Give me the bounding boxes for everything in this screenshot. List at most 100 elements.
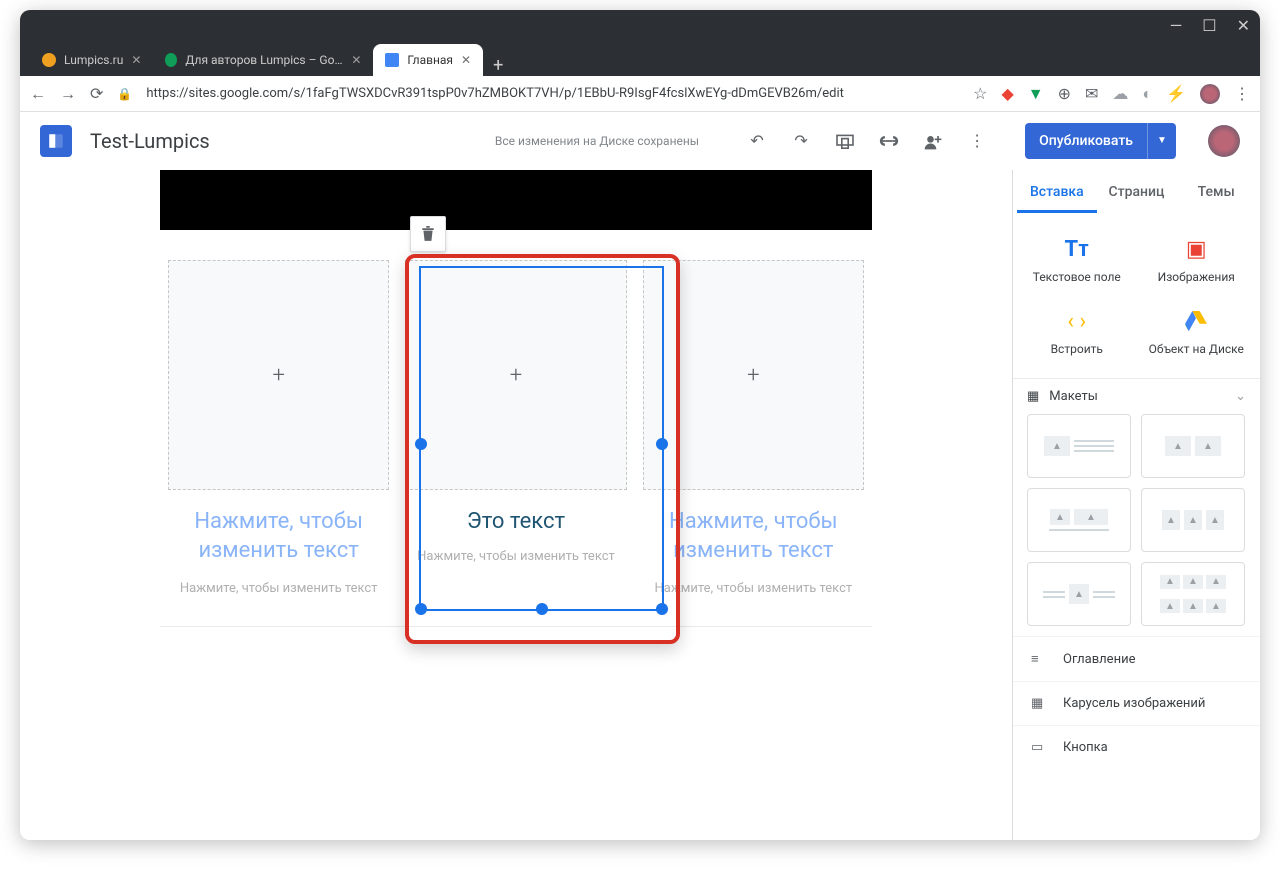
publish-button[interactable]: Опубликовать ▼ (1025, 123, 1176, 159)
nav-reload-icon[interactable]: ⟳ (90, 84, 103, 103)
image-placeholder[interactable]: + (168, 260, 389, 490)
list-label: Карусель изображений (1063, 696, 1205, 711)
extension-icon[interactable]: ⊕ (1058, 84, 1071, 103)
collapse-icon[interactable]: ⌄ (1235, 389, 1246, 404)
preview-icon[interactable] (835, 131, 855, 151)
window-controls: — ☐ ✕ (20, 10, 1260, 40)
layout-option[interactable]: ▲▲ (1141, 414, 1245, 478)
extension-icon[interactable]: ▼ (1028, 84, 1044, 104)
extension-icon[interactable]: ◆ (1001, 84, 1013, 103)
tab-close-icon[interactable]: ✕ (131, 53, 141, 67)
tab-close-icon[interactable]: ✕ (351, 53, 361, 67)
lock-icon: 🔒 (117, 87, 132, 101)
insert-textbox[interactable]: Tᴛ Текстовое поле (1017, 224, 1137, 296)
tab-label: Lumpics.ru (64, 53, 123, 67)
insert-image[interactable]: ▣ Изображения (1137, 224, 1257, 296)
layout-option[interactable]: ▲ (1027, 414, 1131, 478)
image-placeholder[interactable]: + (643, 260, 864, 490)
browser-tab-googledoc[interactable]: Для авторов Lumpics – Google Д ✕ (153, 44, 373, 76)
new-tab-button[interactable]: + (483, 55, 513, 76)
extension-icon[interactable]: ☁ (1112, 84, 1128, 103)
save-status: Все изменения на Диске сохранены (495, 134, 699, 148)
insert-drive[interactable]: Объект на Диске (1137, 296, 1257, 368)
undo-icon[interactable]: ↶ (747, 131, 767, 151)
layouts-icon: ▦ (1027, 389, 1039, 404)
nav-back-icon[interactable]: ← (30, 84, 46, 104)
button-icon: ▭ (1031, 740, 1049, 755)
extension-icon[interactable]: ◐ (1142, 84, 1152, 104)
selection-outline (419, 266, 664, 611)
insert-label: Изображения (1141, 270, 1253, 284)
layout-option[interactable]: ▲▲ (1027, 488, 1131, 552)
tab-insert[interactable]: Вставка (1017, 170, 1097, 213)
insert-toc[interactable]: ≡ Оглавление (1013, 636, 1260, 681)
star-icon[interactable]: ☆ (973, 84, 987, 103)
favicon (385, 53, 399, 67)
address-bar: ← → ⟳ 🔒 https://sites.google.com/s/1faFg… (20, 76, 1260, 112)
layout-option[interactable]: ▲▲▲ (1141, 488, 1245, 552)
resize-handle[interactable] (415, 603, 427, 615)
window-close[interactable]: ✕ (1237, 16, 1250, 35)
window-minimize[interactable]: — (1170, 16, 1183, 35)
resize-handle[interactable] (656, 603, 668, 615)
sites-logo-icon[interactable] (40, 125, 72, 157)
user-avatar[interactable] (1208, 125, 1240, 157)
trash-icon (421, 226, 435, 242)
page-header-block[interactable] (160, 170, 872, 230)
url-field[interactable]: https://sites.google.com/s/1faFgTWSXDCvR… (146, 86, 959, 101)
card-title[interactable]: Нажмите, чтобы изменить текст (168, 508, 389, 565)
redo-icon[interactable]: ↷ (791, 131, 811, 151)
tab-close-icon[interactable]: ✕ (461, 53, 471, 67)
toolbar: ↶ ↷ ⋮ (747, 131, 987, 151)
tab-pages[interactable]: Страниц (1097, 170, 1177, 213)
link-icon[interactable] (879, 131, 899, 151)
insert-label: Текстовое поле (1021, 270, 1133, 284)
layout-option[interactable]: ▲▲▲▲▲▲ (1141, 562, 1245, 626)
delete-section-button[interactable] (410, 216, 446, 252)
favicon (165, 53, 177, 67)
canvas-area[interactable]: + Нажмите, чтобы изменить текст Нажмите,… (20, 170, 1012, 840)
list-label: Оглавление (1063, 652, 1135, 667)
card-subtitle[interactable]: Нажмите, чтобы изменить текст (654, 581, 852, 596)
content-card-1[interactable]: + Нажмите, чтобы изменить текст Нажмите,… (160, 260, 397, 596)
insert-label: Встроить (1021, 342, 1133, 356)
layouts-label: Макеты (1049, 389, 1098, 404)
insert-label: Объект на Диске (1141, 342, 1253, 356)
publish-label: Опубликовать (1025, 133, 1147, 149)
profile-avatar-icon[interactable] (1200, 84, 1220, 104)
browser-tab-lumpics[interactable]: Lumpics.ru ✕ (30, 44, 153, 76)
extension-icon[interactable]: ✉ (1085, 84, 1098, 103)
section-divider (160, 626, 872, 627)
insert-carousel[interactable]: ▦ Карусель изображений (1013, 681, 1260, 725)
layouts-header[interactable]: ▦ Макеты ⌄ (1013, 378, 1260, 414)
side-panel: Вставка Страниц Темы Tᴛ Текстовое поле ▣… (1012, 170, 1260, 840)
share-icon[interactable] (923, 131, 943, 151)
tab-themes[interactable]: Темы (1176, 170, 1256, 213)
browser-tabs: Lumpics.ru ✕ Для авторов Lumpics – Googl… (20, 40, 1260, 76)
layout-option[interactable]: ▲ (1027, 562, 1131, 626)
resize-handle[interactable] (536, 603, 548, 615)
resize-handle[interactable] (656, 438, 668, 450)
resize-handle[interactable] (415, 438, 427, 450)
site-name-input[interactable]: Test-Lumpics (90, 129, 210, 153)
list-label: Кнопка (1063, 740, 1108, 755)
extension-icon[interactable]: ⚡ (1166, 84, 1186, 103)
content-card-3[interactable]: + Нажмите, чтобы изменить текст Нажмите,… (635, 260, 872, 596)
app-header: Test-Lumpics Все изменения на Диске сохр… (20, 112, 1260, 170)
window-maximize[interactable]: ☐ (1202, 16, 1216, 35)
insert-embed[interactable]: ‹ › Встроить (1017, 296, 1137, 368)
carousel-icon: ▦ (1031, 696, 1049, 711)
image-icon: ▣ (1141, 236, 1253, 262)
toc-icon: ≡ (1031, 651, 1049, 667)
browser-menu-icon[interactable]: ⋮ (1234, 84, 1250, 103)
more-icon[interactable]: ⋮ (967, 131, 987, 151)
nav-forward-icon[interactable]: → (60, 84, 76, 104)
favicon (42, 53, 56, 67)
browser-tab-main[interactable]: Главная ✕ (373, 44, 483, 76)
card-title[interactable]: Нажмите, чтобы изменить текст (643, 508, 864, 565)
publish-dropdown-icon[interactable]: ▼ (1147, 123, 1176, 159)
drive-icon (1141, 308, 1253, 334)
embed-icon: ‹ › (1021, 308, 1133, 334)
card-subtitle[interactable]: Нажмите, чтобы изменить текст (180, 581, 378, 596)
insert-button[interactable]: ▭ Кнопка (1013, 725, 1260, 769)
